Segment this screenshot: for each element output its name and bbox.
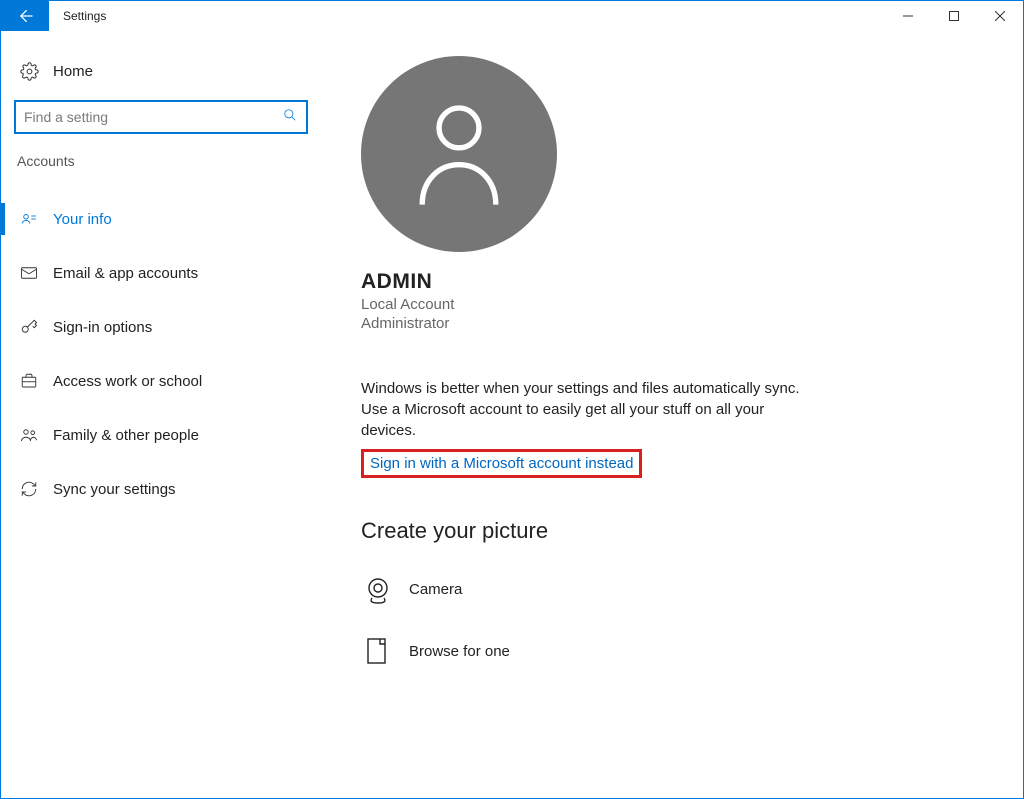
browse-icon (361, 634, 395, 668)
nav: Your info Email & app accounts Sign-in o… (1, 197, 321, 511)
gear-icon (19, 61, 39, 81)
home-label: Home (53, 63, 93, 80)
create-picture-heading: Create your picture (361, 518, 983, 544)
minimize-icon (903, 11, 913, 21)
nav-email-accounts[interactable]: Email & app accounts (1, 251, 321, 295)
key-icon (19, 317, 39, 337)
close-icon (995, 11, 1005, 21)
sidebar: Home Accounts Your info Email & app acco… (1, 31, 321, 798)
minimize-button[interactable] (885, 1, 931, 31)
section-label: Accounts (1, 153, 321, 177)
nav-item-label: Email & app accounts (53, 265, 198, 282)
maximize-button[interactable] (931, 1, 977, 31)
search-container (15, 101, 307, 133)
close-button[interactable] (977, 1, 1023, 31)
people-icon (19, 425, 39, 445)
browse-button[interactable]: Browse for one (361, 634, 983, 668)
nav-family-people[interactable]: Family & other people (1, 413, 321, 457)
nav-item-label: Family & other people (53, 427, 199, 444)
nav-signin-options[interactable]: Sign-in options (1, 305, 321, 349)
main-content: ADMIN Local Account Administrator Window… (321, 31, 1023, 798)
search-input[interactable] (15, 101, 307, 133)
window-controls (885, 1, 1023, 31)
account-type: Local Account (361, 296, 983, 313)
nav-item-label: Your info (53, 211, 112, 228)
username: ADMIN (361, 270, 983, 294)
camera-button[interactable]: Camera (361, 572, 983, 606)
user-icon (413, 100, 505, 208)
avatar (361, 56, 557, 252)
nav-item-label: Sign-in options (53, 319, 152, 336)
camera-icon (361, 572, 395, 606)
nav-item-label: Sync your settings (53, 481, 176, 498)
account-role: Administrator (361, 315, 983, 332)
sync-icon (19, 479, 39, 499)
profile-card-icon (19, 209, 39, 229)
nav-your-info[interactable]: Your info (1, 197, 321, 241)
home-button[interactable]: Home (1, 53, 321, 89)
title-bar: Settings (1, 1, 1023, 31)
sync-description: Windows is better when your settings and… (361, 378, 821, 441)
back-button[interactable] (1, 1, 49, 31)
mail-icon (19, 263, 39, 283)
window-title: Settings (49, 1, 885, 31)
arrow-left-icon (15, 6, 35, 26)
maximize-icon (949, 11, 959, 21)
browse-label: Browse for one (409, 643, 510, 660)
nav-sync-settings[interactable]: Sync your settings (1, 467, 321, 511)
nav-access-work-school[interactable]: Access work or school (1, 359, 321, 403)
sign-in-microsoft-link[interactable]: Sign in with a Microsoft account instead (361, 449, 642, 478)
nav-item-label: Access work or school (53, 373, 202, 390)
briefcase-icon (19, 371, 39, 391)
camera-label: Camera (409, 581, 462, 598)
